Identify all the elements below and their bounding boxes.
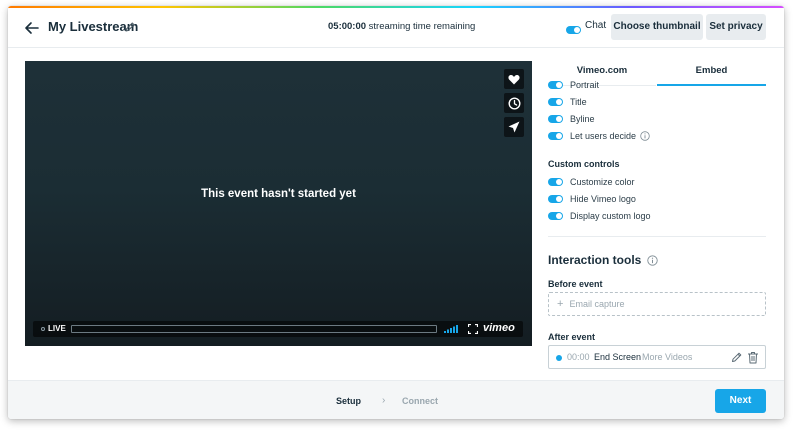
time-remaining-suffix: streaming time remaining [366,21,476,32]
hide-vimeo-logo-toggle[interactable] [548,195,563,203]
option-customize-color: Customize color [548,176,635,188]
live-label: LIVE [48,324,66,333]
back-arrow-icon[interactable] [24,20,40,36]
livestream-setup-window: My Livestream 05:00:00 streaming time re… [8,6,784,419]
time-remaining-value: 05:00:00 [328,21,367,32]
option-label: Hide Vimeo logo [570,194,636,204]
watch-later-button[interactable] [504,93,524,113]
end-screen-detail: More Videos [642,352,693,362]
streaming-time-remaining: 05:00:00 streaming time remaining [328,21,475,32]
end-screen-time: 00:00 [567,352,590,362]
section-divider [548,236,766,237]
plus-icon: + [557,298,564,310]
edit-title-pencil-icon[interactable] [124,21,136,33]
option-label: Let users decide [570,131,637,141]
interaction-tools-label: Interaction tools [548,253,642,267]
interaction-tools-heading: Interaction tools [548,253,659,267]
byline-toggle[interactable] [548,115,563,123]
edit-pencil-icon[interactable] [731,351,743,363]
next-button[interactable]: Next [715,389,766,413]
custom-controls-heading: Custom controls [548,159,620,169]
end-screen-name: End Screen [594,352,642,362]
option-let-users-decide: Let users decide [548,130,650,142]
vimeo-logo[interactable]: vimeo [483,322,515,334]
send-icon [508,121,520,133]
option-portrait: Portrait [548,79,599,91]
chat-toggle[interactable] [566,26,581,34]
step-setup[interactable]: Setup [336,396,361,406]
heart-icon [508,74,520,84]
option-label: Byline [570,114,595,124]
delete-trash-icon[interactable] [747,351,759,364]
option-label: Portrait [570,80,600,90]
let-users-decide-toggle[interactable] [548,132,563,140]
status-dot-icon [556,355,562,361]
fullscreen-icon[interactable] [468,324,478,334]
step-connect[interactable]: Connect [402,396,438,406]
option-title: Title [548,96,587,108]
share-button[interactable] [504,117,524,137]
before-event-heading: Before event [548,279,603,289]
chevron-right-icon: › [382,395,386,406]
option-label: Display custom logo [570,211,651,221]
live-indicator-icon [41,327,45,331]
player-control-bar: LIVE vimeo [33,321,523,337]
option-byline: Byline [548,113,595,125]
tab-embed[interactable]: Embed [657,62,766,86]
title-toggle[interactable] [548,98,563,106]
option-label: Title [570,97,587,107]
display-custom-logo-toggle[interactable] [548,212,563,220]
add-email-capture-button[interactable]: + Email capture [548,292,766,316]
set-privacy-button[interactable]: Set privacy [706,14,766,40]
customize-color-toggle[interactable] [548,178,563,186]
option-hide-vimeo-logo: Hide Vimeo logo [548,193,636,205]
end-screen-item[interactable]: 00:00 End Screen More Videos [548,345,766,369]
clock-icon [507,96,521,110]
event-not-started-message: This event hasn't started yet [201,188,356,200]
choose-thumbnail-button[interactable]: Choose thumbnail [611,14,703,40]
portrait-toggle[interactable] [548,81,563,89]
video-player[interactable]: This event hasn't started yet LIVE vimeo [25,61,532,346]
progress-bar[interactable] [71,325,437,333]
chat-label: Chat [585,20,607,31]
option-display-custom-logo: Display custom logo [548,210,651,222]
after-event-heading: After event [548,332,596,342]
info-icon[interactable] [647,254,659,266]
volume-bars-icon[interactable] [444,325,458,333]
header: My Livestream 05:00:00 streaming time re… [8,8,784,48]
like-button[interactable] [504,69,524,89]
email-capture-label: Email capture [569,299,625,309]
info-icon[interactable] [640,131,650,141]
footer: Setup › Connect Next [8,380,784,419]
option-label: Customize color [570,177,635,187]
